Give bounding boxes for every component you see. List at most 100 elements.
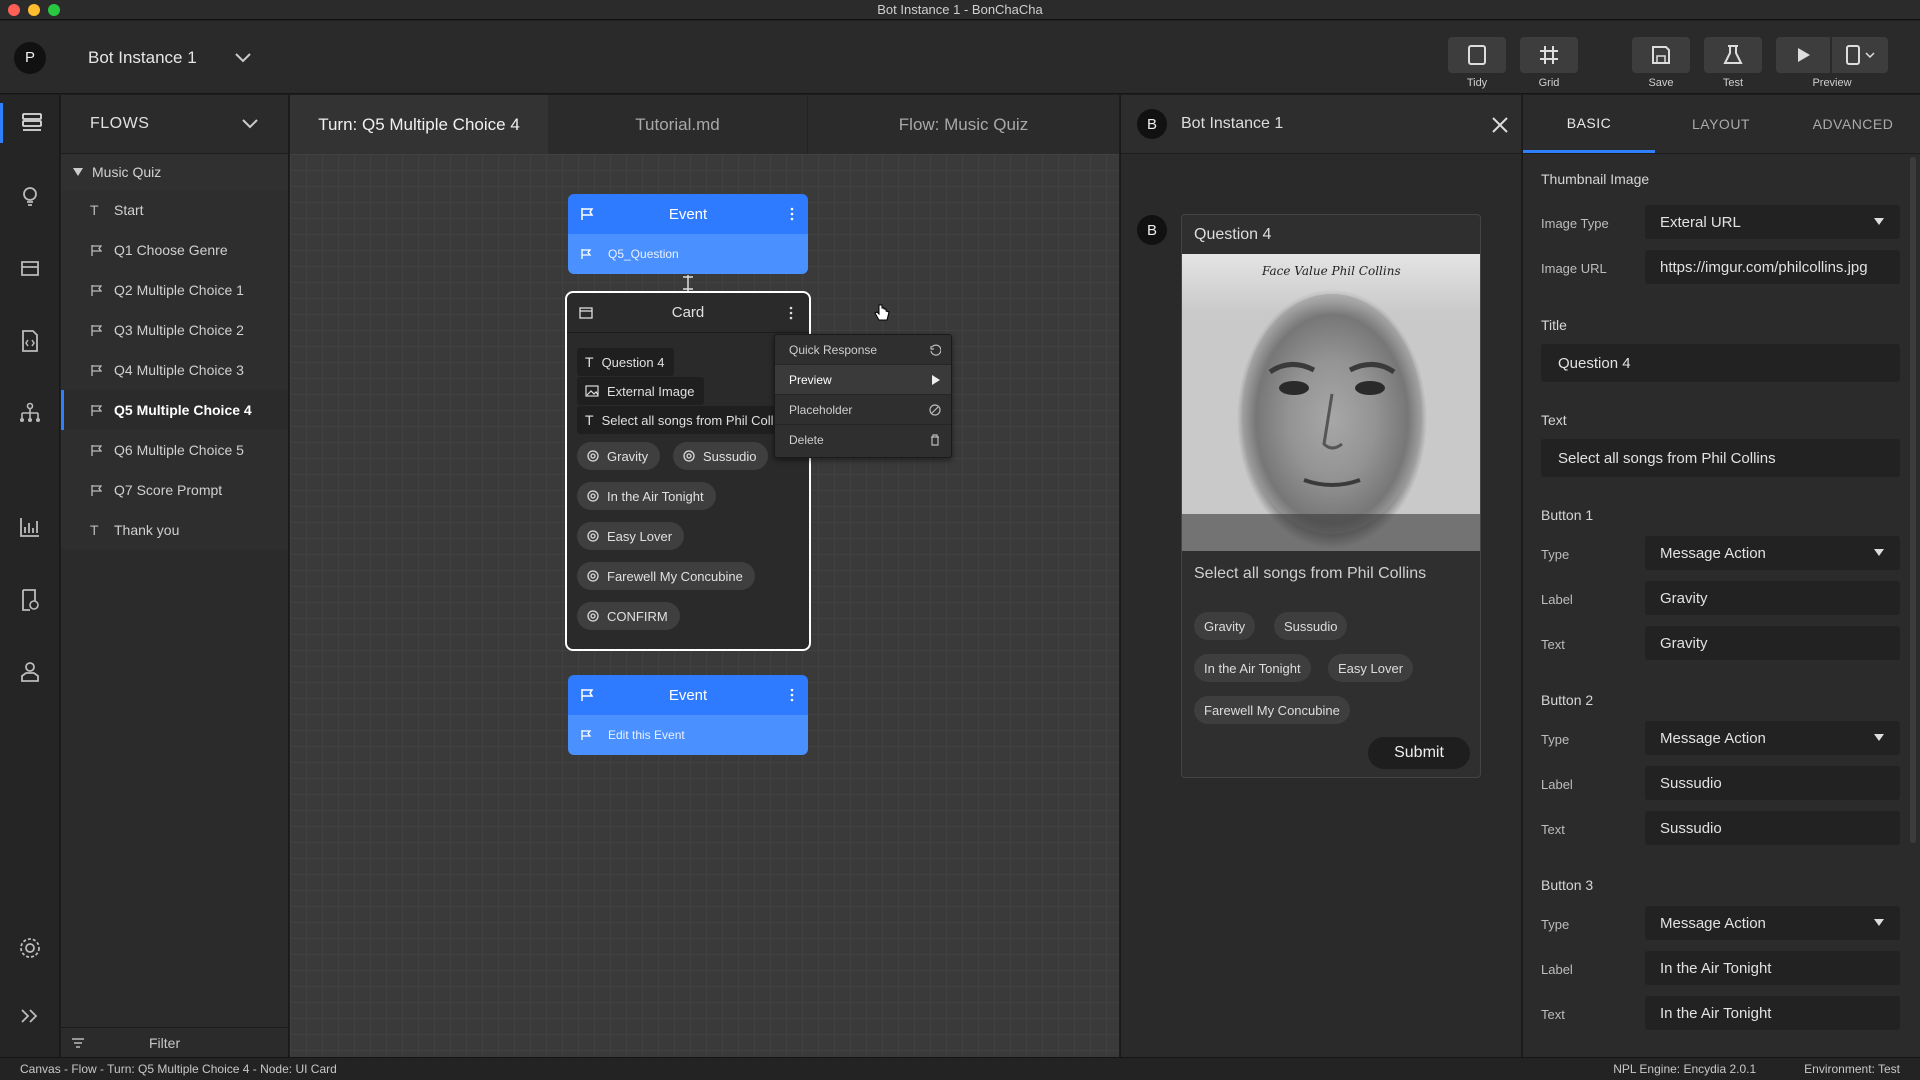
- event-node-2-body[interactable]: Edit this Event: [568, 715, 808, 755]
- image-url-input[interactable]: https://imgur.com/philcollins.jpg: [1645, 250, 1900, 284]
- button2-text-input[interactable]: Sussudio: [1645, 811, 1900, 845]
- button-label: Sussudio: [703, 448, 757, 464]
- preview-button-sussudio[interactable]: Sussudio: [1274, 612, 1348, 640]
- title-input[interactable]: Question 4: [1541, 344, 1900, 382]
- event-node-header[interactable]: Event: [568, 194, 808, 234]
- nav-reports[interactable]: [0, 580, 60, 620]
- grid-icon: [1540, 46, 1558, 64]
- tidy-icon: [1468, 45, 1486, 65]
- button1-type-select[interactable]: Message Action: [1645, 536, 1900, 570]
- grid-button[interactable]: Grid: [1520, 37, 1578, 89]
- button1-text-input[interactable]: Gravity: [1645, 626, 1900, 660]
- sidebar-item-label: Start: [114, 202, 144, 218]
- connector-handle-icon[interactable]: [681, 275, 695, 291]
- card-row-image[interactable]: External Image: [577, 377, 705, 405]
- flows-header[interactable]: FLOWS: [61, 95, 288, 154]
- tab-flow-music-quiz[interactable]: Flow: Music Quiz: [808, 95, 1119, 154]
- sidebar-item-start[interactable]: T Start: [61, 190, 288, 230]
- bot-selector[interactable]: Bot Instance 1: [88, 48, 251, 68]
- save-button[interactable]: Save: [1632, 37, 1690, 89]
- menu-item-delete[interactable]: Delete: [775, 425, 951, 455]
- status-environment: Environment: Test: [1804, 1062, 1900, 1076]
- users-lock-icon: [21, 662, 39, 682]
- nav-code[interactable]: [0, 321, 60, 361]
- tab-tutorial[interactable]: Tutorial.md: [548, 95, 808, 154]
- more-vertical-icon[interactable]: [790, 207, 794, 221]
- tidy-button[interactable]: Tidy: [1448, 37, 1506, 89]
- submit-button[interactable]: Submit: [1368, 737, 1470, 769]
- code-file-icon: [22, 330, 38, 352]
- nav-users[interactable]: [0, 652, 60, 692]
- flow-canvas[interactable]: Event Q5_Question Card T Question 4 Exter…: [290, 154, 1119, 1057]
- sidebar-item-q7-score-prompt[interactable]: Q7 Score Prompt: [61, 470, 288, 510]
- nav-settings[interactable]: [0, 928, 60, 968]
- properties-scrollbar[interactable]: [1910, 157, 1916, 843]
- card-button-farewell[interactable]: Farewell My Concubine: [577, 562, 755, 590]
- minimize-window-button[interactable]: [28, 4, 40, 16]
- tab-basic[interactable]: BASIC: [1523, 95, 1655, 153]
- button3-type-select[interactable]: Message Action: [1645, 906, 1900, 940]
- button3-label-input[interactable]: In the Air Tonight: [1645, 951, 1900, 985]
- sidebar-item-q3-multiple-choice-2[interactable]: Q3 Multiple Choice 2: [61, 310, 288, 350]
- sidebar-item-q2-multiple-choice-1[interactable]: Q2 Multiple Choice 1: [61, 270, 288, 310]
- preview-button-easy-lover[interactable]: Easy Lover: [1328, 654, 1414, 682]
- image-url-label: Image URL: [1541, 261, 1607, 276]
- window-controls[interactable]: [8, 4, 60, 16]
- preview-button-in-the-air-tonight[interactable]: In the Air Tonight: [1194, 654, 1311, 682]
- button1-label-label: Label: [1541, 592, 1573, 607]
- tab-turn-q5[interactable]: Turn: Q5 Multiple Choice 4: [290, 95, 548, 154]
- button3-text-input[interactable]: In the Air Tonight: [1645, 996, 1900, 1030]
- tree-root-music-quiz[interactable]: Music Quiz: [61, 154, 288, 190]
- sidebar-item-q6-multiple-choice-5[interactable]: Q6 Multiple Choice 5: [61, 430, 288, 470]
- button2-label-input[interactable]: Sussudio: [1645, 766, 1900, 800]
- card-button-in-the-air-tonight[interactable]: In the Air Tonight: [577, 482, 716, 510]
- tab-layout[interactable]: LAYOUT: [1655, 95, 1787, 153]
- nav-analytics[interactable]: [0, 507, 60, 547]
- more-vertical-icon[interactable]: [789, 306, 793, 320]
- preview-card-title: Question 4: [1194, 225, 1272, 243]
- sidebar-item-q1-choose-genre[interactable]: Q1 Choose Genre: [61, 230, 288, 270]
- event-node-body[interactable]: Q5_Question: [568, 234, 808, 274]
- button2-type-select[interactable]: Message Action: [1645, 721, 1900, 755]
- image-type-select[interactable]: Exteral URL: [1645, 205, 1900, 239]
- tab-advanced[interactable]: ADVANCED: [1787, 95, 1919, 153]
- device-dropdown[interactable]: [1832, 37, 1888, 73]
- zoom-window-button[interactable]: [48, 4, 60, 16]
- nav-expand[interactable]: [0, 996, 60, 1036]
- sidebar-item-q5-multiple-choice-4[interactable]: Q5 Multiple Choice 4: [61, 390, 288, 430]
- filter-bar[interactable]: Filter: [61, 1027, 289, 1057]
- card-row-label: Question 4: [601, 354, 665, 370]
- close-icon[interactable]: [1491, 116, 1509, 134]
- image-icon: [585, 385, 599, 397]
- close-window-button[interactable]: [8, 4, 20, 16]
- image-type-label: Image Type: [1541, 216, 1609, 231]
- preview-button-farewell[interactable]: Farewell My Concubine: [1194, 696, 1350, 724]
- nav-storage[interactable]: [0, 248, 60, 288]
- card-button-easy-lover[interactable]: Easy Lover: [577, 522, 685, 550]
- button1-label-input[interactable]: Gravity: [1645, 581, 1900, 615]
- card-row-title[interactable]: T Question 4: [577, 348, 675, 376]
- card-button-confirm[interactable]: CONFIRM: [577, 602, 680, 630]
- event-sub-label: Edit this Event: [608, 728, 685, 742]
- sidebar-item-q4-multiple-choice-3[interactable]: Q4 Multiple Choice 3: [61, 350, 288, 390]
- tab-label: Flow: Music Quiz: [898, 114, 1029, 134]
- sidebar-item-thank-you[interactable]: T Thank you: [61, 510, 288, 550]
- play-button[interactable]: [1776, 37, 1830, 73]
- more-vertical-icon[interactable]: [790, 688, 794, 702]
- nav-ideas[interactable]: [0, 176, 60, 216]
- nav-hierarchy[interactable]: [0, 393, 60, 433]
- event-node-2-header[interactable]: Event: [568, 675, 808, 715]
- preview-button-gravity[interactable]: Gravity: [1194, 612, 1256, 640]
- flow-list: T Start Q1 Choose Genre Q2 Multiple Choice …: [61, 190, 288, 550]
- card-row-text[interactable]: T Select all songs from Phil Collins: [577, 406, 803, 434]
- card-button-sussudio[interactable]: Sussudio: [673, 442, 769, 470]
- menu-item-placeholder[interactable]: Placeholder: [775, 395, 951, 425]
- nav-flows[interactable]: [0, 103, 60, 143]
- user-avatar[interactable]: P: [14, 42, 46, 74]
- button3-type-value: Message Action: [1660, 914, 1766, 932]
- text-input[interactable]: Select all songs from Phil Collins: [1541, 439, 1900, 477]
- card-button-gravity[interactable]: Gravity: [577, 442, 661, 470]
- test-button[interactable]: Test: [1704, 37, 1762, 89]
- menu-item-preview[interactable]: Preview: [775, 365, 951, 395]
- menu-item-quick-response[interactable]: Quick Response: [775, 335, 951, 365]
